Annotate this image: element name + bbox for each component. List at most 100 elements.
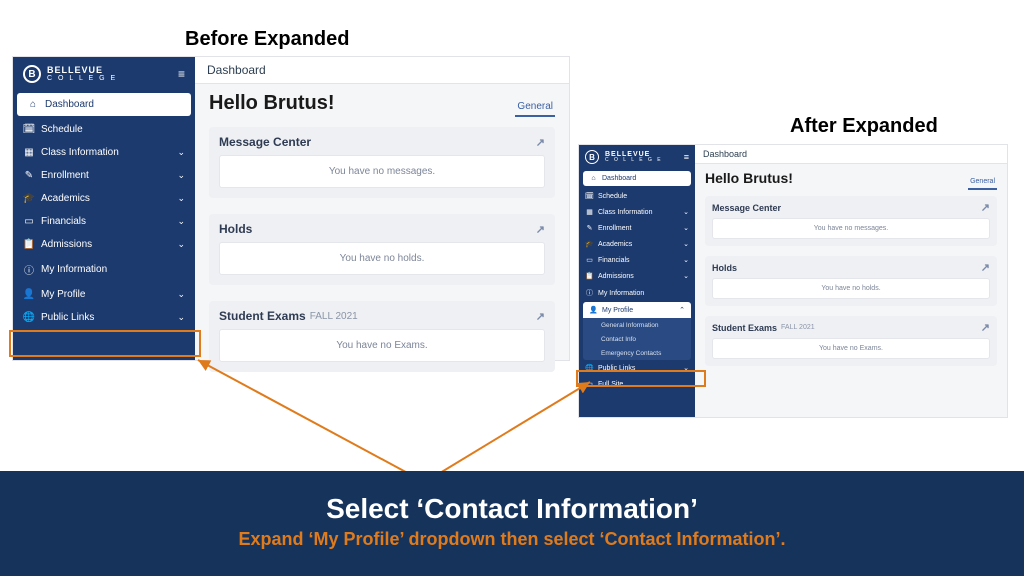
sidebar-item-label: Public Links [598,365,635,372]
brand-logo-icon: B [23,65,41,83]
sidebar-item-dashboard[interactable]: ⌂Dashboard [17,93,191,116]
subitem-contact-info[interactable]: Contact Info [583,332,691,346]
card-body: You have no Exams. [219,329,545,362]
pencil-icon: ✎ [23,170,35,181]
app-after: B BELLEVUE C O L L E G E ≡ ⌂Dashboard 🗓S… [578,144,1008,418]
tab-general[interactable]: General [515,99,555,117]
sidebar-item-label: Enrollment [598,225,631,232]
sidebar-item-label: Financials [41,216,86,227]
sidebar-item-dashboard[interactable]: ⌂Dashboard [583,171,691,186]
sidebar-item-label: Admissions [598,273,634,280]
grid-icon: ▦ [23,147,35,158]
sidebar-item-enrollment[interactable]: ✎Enrollment⌄ [13,164,195,187]
sidebar-item-my-profile[interactable]: 👤My Profile⌃ [583,302,691,318]
sidebar-item-schedule[interactable]: 🗓Schedule [13,118,195,141]
chevron-down-icon: ⌄ [683,256,689,264]
brand: B BELLEVUE C O L L E G E ≡ [579,145,695,169]
sidebar: B BELLEVUE C O L L E G E ≡ ⌂Dashboard 🗓S… [13,57,195,360]
card-title: Student Exams [712,323,777,333]
sidebar-item-public-links[interactable]: 🌐 Public Links ⌄ [13,306,195,329]
globe-icon: 🌐 [23,312,35,323]
subitem-general-info[interactable]: General Information [583,318,691,332]
sidebar-item-label: Class Information [41,147,119,158]
topbar-title: Dashboard [195,57,569,84]
sidebar-item-admissions[interactable]: 📋Admissions⌄ [13,233,195,256]
sidebar-item-label: Full Site [598,381,623,388]
card-title: Student Exams [219,309,306,323]
external-link-icon[interactable]: ↗ [536,223,545,236]
sidebar-item-public-links[interactable]: 🌐 Public Links ⌄ [579,360,695,376]
card-student-exams: Student Exams FALL 2021 ↗ You have no Exam… [209,301,555,372]
external-link-icon[interactable]: ↗ [981,321,990,334]
chevron-down-icon: ⌄ [177,170,185,181]
page-title: Hello Brutus! [705,170,793,186]
sidebar-item-admissions[interactable]: 📋Admissions⌄ [579,268,695,284]
sidebar-item-enrollment[interactable]: ✎Enrollment⌄ [579,220,695,236]
sidebar-item-label: Schedule [598,193,627,200]
chevron-down-icon: ⌄ [177,239,185,250]
home-icon: ⌂ [27,99,39,110]
brand-sub: C O L L E G E [47,75,117,82]
sidebar-item-my-info[interactable]: ⓘMy Information [579,284,695,302]
brand: B BELLEVUE C O L L E G E ≡ [13,57,195,91]
chevron-down-icon: ⌄ [683,208,689,216]
sidebar-item-label: Dashboard [602,175,636,182]
heading-after: After Expanded [790,115,938,138]
card-title: Message Center [219,135,311,149]
chevron-down-icon: ⌄ [683,240,689,248]
card-message-center: Message Center↗ You have no messages. [705,196,997,246]
sidebar-item-label: Academics [41,193,90,204]
info-icon: ⓘ [585,288,594,298]
external-link-icon[interactable]: ↗ [536,136,545,149]
main-content: Dashboard Hello Brutus! General Message … [695,145,1007,417]
sidebar-item-class-info[interactable]: ▦ Class Information ⌄ [13,141,195,164]
sidebar-item-financials[interactable]: ▭Financials⌄ [579,252,695,268]
sidebar-item-label: Academics [598,241,632,248]
card-icon: ▭ [585,256,594,264]
hamburger-icon[interactable]: ≡ [178,67,185,81]
info-icon: ⓘ [23,262,35,277]
sidebar-item-class-info[interactable]: ▦Class Information⌄ [579,204,695,220]
chevron-down-icon: ⌄ [683,272,689,280]
sidebar-item-schedule[interactable]: 🗓Schedule [579,188,695,204]
subitem-emergency-contacts[interactable]: Emergency Contacts [583,346,691,360]
instruction-banner: Select ‘Contact Information’ Expand ‘My … [0,471,1024,576]
sidebar-item-my-profile[interactable]: 👤My Profile⌄ [13,283,195,306]
chevron-down-icon: ⌄ [177,312,185,323]
sidebar-item-academics[interactable]: 🎓Academics⌄ [13,187,195,210]
chevron-down-icon: ⌄ [177,147,185,158]
chevron-down-icon: ⌄ [177,289,185,300]
external-link-icon[interactable]: ↗ [981,201,990,214]
hamburger-icon[interactable]: ≡ [684,152,689,162]
sidebar-item-full-site[interactable]: ▭ Full Site [579,376,695,392]
external-link-icon[interactable]: ↗ [981,261,990,274]
cap-icon: 🎓 [585,240,594,248]
globe-icon: 🌐 [585,364,594,372]
my-profile-expanded: 👤My Profile⌃ General Information Contact… [583,302,691,360]
chevron-down-icon: ⌄ [683,364,689,372]
sidebar-item-label: My Information [41,264,107,275]
sidebar-item-academics[interactable]: 🎓 Academics ⌄ [579,236,695,252]
sidebar-item-label: Public Links [41,312,94,323]
brand-text: BELLEVUE C O L L E G E [47,66,117,82]
card-title: Holds [219,222,252,236]
tab-general[interactable]: General [968,176,997,190]
sidebar: B BELLEVUE C O L L E G E ≡ ⌂Dashboard 🗓S… [579,145,695,417]
card-body: You have no messages. [712,218,990,239]
card-body: You have no messages. [219,155,545,188]
chevron-down-icon: ⌄ [683,224,689,232]
card-subtitle: FALL 2021 [310,311,358,322]
clipboard-icon: 📋 [23,239,35,250]
app-before: B BELLEVUE C O L L E G E ≡ ⌂Dashboard 🗓S… [12,56,570,361]
chevron-down-icon: ⌄ [177,193,185,204]
external-link-icon[interactable]: ↗ [536,310,545,323]
sidebar-item-my-info[interactable]: ⓘ My Information [13,256,195,283]
brand-name: BELLEVUE [47,66,117,75]
arrow-right-icon [430,376,600,481]
user-icon: 👤 [23,289,35,300]
banner-title: Select ‘Contact Information’ [10,493,1014,525]
main-content: Dashboard Hello Brutus! General Message … [195,57,569,360]
rect-icon: ▭ [585,380,594,388]
sidebar-item-financials[interactable]: ▭Financials⌄ [13,210,195,233]
sidebar-item-label: Schedule [41,124,83,135]
